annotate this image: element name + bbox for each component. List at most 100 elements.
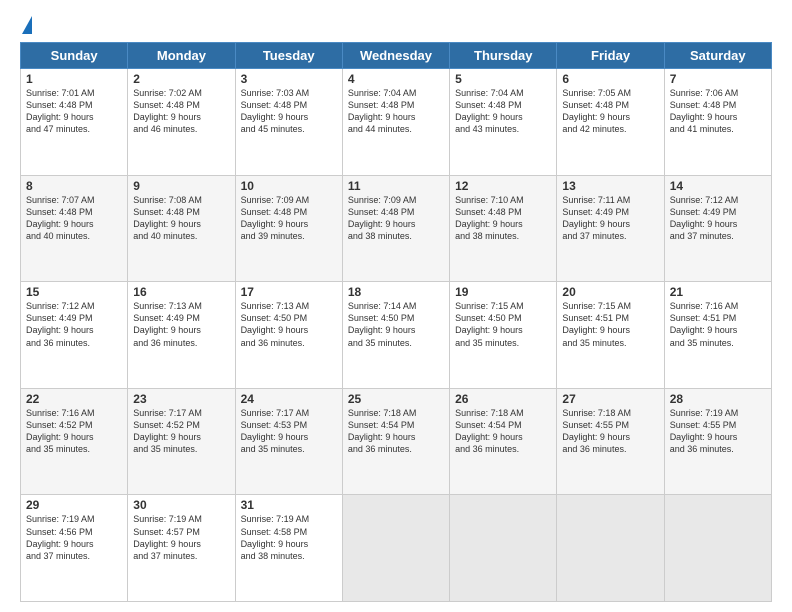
calendar-week-3: 15 Sunrise: 7:12 AMSunset: 4:49 PMDaylig… (21, 282, 772, 389)
calendar-cell: 5 Sunrise: 7:04 AMSunset: 4:48 PMDayligh… (450, 69, 557, 176)
logo-triangle-icon (22, 16, 32, 34)
calendar-cell: 24 Sunrise: 7:17 AMSunset: 4:53 PMDaylig… (235, 388, 342, 495)
day-number: 8 (26, 179, 122, 193)
day-number: 1 (26, 72, 122, 86)
calendar-header-sunday: Sunday (21, 43, 128, 69)
day-info: Sunrise: 7:19 AMSunset: 4:57 PMDaylight:… (133, 514, 202, 560)
day-info: Sunrise: 7:08 AMSunset: 4:48 PMDaylight:… (133, 195, 202, 241)
day-info: Sunrise: 7:11 AMSunset: 4:49 PMDaylight:… (562, 195, 630, 241)
day-number: 17 (241, 285, 337, 299)
day-number: 2 (133, 72, 229, 86)
day-info: Sunrise: 7:18 AMSunset: 4:55 PMDaylight:… (562, 408, 631, 454)
calendar-cell: 7 Sunrise: 7:06 AMSunset: 4:48 PMDayligh… (664, 69, 771, 176)
day-number: 20 (562, 285, 658, 299)
day-number: 27 (562, 392, 658, 406)
calendar-cell: 15 Sunrise: 7:12 AMSunset: 4:49 PMDaylig… (21, 282, 128, 389)
day-info: Sunrise: 7:09 AMSunset: 4:48 PMDaylight:… (348, 195, 417, 241)
calendar-cell: 11 Sunrise: 7:09 AMSunset: 4:48 PMDaylig… (342, 175, 449, 282)
day-info: Sunrise: 7:01 AMSunset: 4:48 PMDaylight:… (26, 88, 95, 134)
day-info: Sunrise: 7:10 AMSunset: 4:48 PMDaylight:… (455, 195, 524, 241)
day-number: 14 (670, 179, 766, 193)
calendar-header-row: SundayMondayTuesdayWednesdayThursdayFrid… (21, 43, 772, 69)
calendar-cell (342, 495, 449, 602)
calendar-cell: 9 Sunrise: 7:08 AMSunset: 4:48 PMDayligh… (128, 175, 235, 282)
calendar-cell: 1 Sunrise: 7:01 AMSunset: 4:48 PMDayligh… (21, 69, 128, 176)
day-number: 12 (455, 179, 551, 193)
calendar-cell: 3 Sunrise: 7:03 AMSunset: 4:48 PMDayligh… (235, 69, 342, 176)
day-number: 7 (670, 72, 766, 86)
calendar-cell: 2 Sunrise: 7:02 AMSunset: 4:48 PMDayligh… (128, 69, 235, 176)
day-number: 9 (133, 179, 229, 193)
calendar-cell: 18 Sunrise: 7:14 AMSunset: 4:50 PMDaylig… (342, 282, 449, 389)
calendar-cell: 30 Sunrise: 7:19 AMSunset: 4:57 PMDaylig… (128, 495, 235, 602)
day-number: 22 (26, 392, 122, 406)
calendar-table: SundayMondayTuesdayWednesdayThursdayFrid… (20, 42, 772, 602)
calendar-cell: 20 Sunrise: 7:15 AMSunset: 4:51 PMDaylig… (557, 282, 664, 389)
calendar-header-monday: Monday (128, 43, 235, 69)
calendar-cell (450, 495, 557, 602)
calendar-cell (664, 495, 771, 602)
day-info: Sunrise: 7:17 AMSunset: 4:53 PMDaylight:… (241, 408, 310, 454)
calendar-cell: 28 Sunrise: 7:19 AMSunset: 4:55 PMDaylig… (664, 388, 771, 495)
calendar-cell: 19 Sunrise: 7:15 AMSunset: 4:50 PMDaylig… (450, 282, 557, 389)
day-number: 26 (455, 392, 551, 406)
calendar-cell: 12 Sunrise: 7:10 AMSunset: 4:48 PMDaylig… (450, 175, 557, 282)
day-info: Sunrise: 7:18 AMSunset: 4:54 PMDaylight:… (455, 408, 524, 454)
day-number: 31 (241, 498, 337, 512)
day-number: 25 (348, 392, 444, 406)
day-info: Sunrise: 7:14 AMSunset: 4:50 PMDaylight:… (348, 301, 417, 347)
calendar-week-5: 29 Sunrise: 7:19 AMSunset: 4:56 PMDaylig… (21, 495, 772, 602)
day-info: Sunrise: 7:13 AMSunset: 4:50 PMDaylight:… (241, 301, 310, 347)
day-number: 4 (348, 72, 444, 86)
day-info: Sunrise: 7:16 AMSunset: 4:52 PMDaylight:… (26, 408, 95, 454)
calendar-cell: 17 Sunrise: 7:13 AMSunset: 4:50 PMDaylig… (235, 282, 342, 389)
day-number: 16 (133, 285, 229, 299)
day-number: 15 (26, 285, 122, 299)
calendar-header-wednesday: Wednesday (342, 43, 449, 69)
day-number: 29 (26, 498, 122, 512)
calendar-cell: 23 Sunrise: 7:17 AMSunset: 4:52 PMDaylig… (128, 388, 235, 495)
day-info: Sunrise: 7:09 AMSunset: 4:48 PMDaylight:… (241, 195, 310, 241)
day-info: Sunrise: 7:12 AMSunset: 4:49 PMDaylight:… (26, 301, 95, 347)
day-info: Sunrise: 7:06 AMSunset: 4:48 PMDaylight:… (670, 88, 739, 134)
calendar-week-4: 22 Sunrise: 7:16 AMSunset: 4:52 PMDaylig… (21, 388, 772, 495)
day-number: 13 (562, 179, 658, 193)
page: SundayMondayTuesdayWednesdayThursdayFrid… (0, 0, 792, 612)
day-info: Sunrise: 7:05 AMSunset: 4:48 PMDaylight:… (562, 88, 631, 134)
calendar-cell: 6 Sunrise: 7:05 AMSunset: 4:48 PMDayligh… (557, 69, 664, 176)
day-info: Sunrise: 7:15 AMSunset: 4:50 PMDaylight:… (455, 301, 524, 347)
calendar-cell: 31 Sunrise: 7:19 AMSunset: 4:58 PMDaylig… (235, 495, 342, 602)
calendar-cell: 26 Sunrise: 7:18 AMSunset: 4:54 PMDaylig… (450, 388, 557, 495)
day-info: Sunrise: 7:12 AMSunset: 4:49 PMDaylight:… (670, 195, 739, 241)
calendar-cell: 29 Sunrise: 7:19 AMSunset: 4:56 PMDaylig… (21, 495, 128, 602)
day-number: 11 (348, 179, 444, 193)
calendar-week-1: 1 Sunrise: 7:01 AMSunset: 4:48 PMDayligh… (21, 69, 772, 176)
calendar-cell: 16 Sunrise: 7:13 AMSunset: 4:49 PMDaylig… (128, 282, 235, 389)
day-info: Sunrise: 7:03 AMSunset: 4:48 PMDaylight:… (241, 88, 310, 134)
calendar-cell: 14 Sunrise: 7:12 AMSunset: 4:49 PMDaylig… (664, 175, 771, 282)
day-info: Sunrise: 7:07 AMSunset: 4:48 PMDaylight:… (26, 195, 95, 241)
calendar-cell (557, 495, 664, 602)
calendar-cell: 13 Sunrise: 7:11 AMSunset: 4:49 PMDaylig… (557, 175, 664, 282)
day-info: Sunrise: 7:19 AMSunset: 4:56 PMDaylight:… (26, 514, 95, 560)
day-info: Sunrise: 7:17 AMSunset: 4:52 PMDaylight:… (133, 408, 202, 454)
day-info: Sunrise: 7:15 AMSunset: 4:51 PMDaylight:… (562, 301, 631, 347)
day-number: 24 (241, 392, 337, 406)
calendar-header-tuesday: Tuesday (235, 43, 342, 69)
day-info: Sunrise: 7:18 AMSunset: 4:54 PMDaylight:… (348, 408, 417, 454)
day-number: 6 (562, 72, 658, 86)
day-number: 18 (348, 285, 444, 299)
header (20, 16, 772, 36)
day-number: 19 (455, 285, 551, 299)
day-number: 23 (133, 392, 229, 406)
day-info: Sunrise: 7:19 AMSunset: 4:55 PMDaylight:… (670, 408, 739, 454)
day-info: Sunrise: 7:19 AMSunset: 4:58 PMDaylight:… (241, 514, 310, 560)
day-number: 5 (455, 72, 551, 86)
day-info: Sunrise: 7:13 AMSunset: 4:49 PMDaylight:… (133, 301, 202, 347)
day-info: Sunrise: 7:02 AMSunset: 4:48 PMDaylight:… (133, 88, 202, 134)
day-number: 10 (241, 179, 337, 193)
calendar-cell: 25 Sunrise: 7:18 AMSunset: 4:54 PMDaylig… (342, 388, 449, 495)
calendar-header-saturday: Saturday (664, 43, 771, 69)
day-number: 30 (133, 498, 229, 512)
calendar-header-friday: Friday (557, 43, 664, 69)
